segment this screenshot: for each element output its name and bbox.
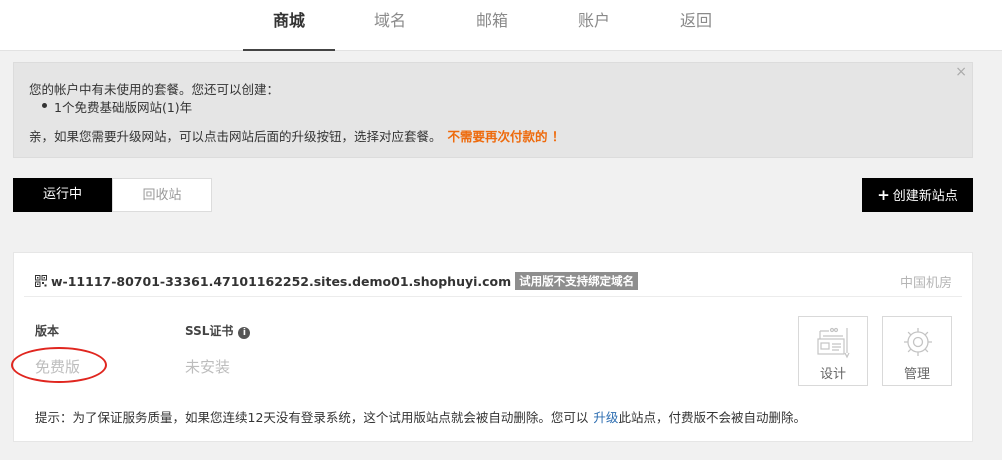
tip-end: 此站点，付费版不会被自动删除。 xyxy=(618,410,806,425)
tab-mailbox[interactable]: 邮箱 xyxy=(446,0,538,51)
close-icon[interactable]: × xyxy=(955,64,967,80)
design-label: 设计 xyxy=(819,367,846,382)
manage-label: 管理 xyxy=(903,367,930,382)
trial-badge: 试用版不支持绑定域名 xyxy=(515,272,639,290)
plus-icon: + xyxy=(877,186,890,204)
divider xyxy=(24,296,962,297)
tab-running[interactable]: 运行中 xyxy=(13,178,112,212)
notice-upgrade-line: 亲，如果您需要升级网站，可以点击网站后面的升级按钮，选择对应套餐。 不需要再次付款… xyxy=(29,126,564,145)
annotation-circle xyxy=(11,347,107,383)
qr-code-icon[interactable] xyxy=(35,275,47,287)
tab-domain[interactable]: 域名 xyxy=(344,0,436,51)
ssl-value: 未安装 xyxy=(185,358,231,376)
top-nav: 商城 域名 邮箱 账户 返回 xyxy=(0,0,1002,51)
tab-account[interactable]: 账户 xyxy=(548,0,640,51)
tip-text: 提示：为了保证服务质量，如果您连续12天没有登录系统，这个试用版站点就会被自动删… xyxy=(35,410,589,425)
design-button[interactable]: 设计 xyxy=(798,316,868,386)
manage-button[interactable]: 管理 xyxy=(882,316,952,386)
tab-shop[interactable]: 商城 xyxy=(243,0,335,51)
create-site-button[interactable]: + 创建新站点 xyxy=(862,178,973,212)
site-header: w-11117-80701-33361.47101162252.sites.de… xyxy=(35,272,639,290)
create-site-label: 创建新站点 xyxy=(892,189,958,204)
site-hostname[interactable]: w-11117-80701-33361.47101162252.sites.de… xyxy=(51,274,511,289)
notice-bullet: 1个免费基础版网站(1)年 xyxy=(41,97,192,116)
info-icon[interactable]: i xyxy=(238,327,251,339)
region-label: 中国机房 xyxy=(899,276,952,291)
site-card: w-11117-80701-33361.47101162252.sites.de… xyxy=(11,252,973,442)
notice-highlight: 不需要再次付款的 ！ xyxy=(447,129,565,144)
notice-upgrade-text: 亲，如果您需要升级网站，可以点击网站后面的升级按钮，选择对应套餐。 xyxy=(29,129,442,144)
tab-back[interactable]: 返回 xyxy=(650,0,742,51)
notice-line: 您的帐户中有未使用的套餐。您还可以创建： xyxy=(29,82,280,97)
version-label: 版本 xyxy=(35,324,60,338)
package-notice: 您的帐户中有未使用的套餐。您还可以创建： 1个免费基础版网站(1)年 亲，如果您… xyxy=(13,62,973,158)
upgrade-link[interactable]: 升级 xyxy=(593,410,618,425)
design-icon xyxy=(817,327,850,359)
ssl-label: SSL证书 i xyxy=(185,322,251,339)
tab-recycle-bin[interactable]: 回收站 xyxy=(112,178,212,212)
auto-delete-tip: 提示：为了保证服务质量，如果您连续12天没有登录系统，这个试用版站点就会被自动删… xyxy=(35,407,806,426)
ssl-label-text: SSL证书 xyxy=(185,324,234,338)
gear-icon xyxy=(904,328,932,356)
